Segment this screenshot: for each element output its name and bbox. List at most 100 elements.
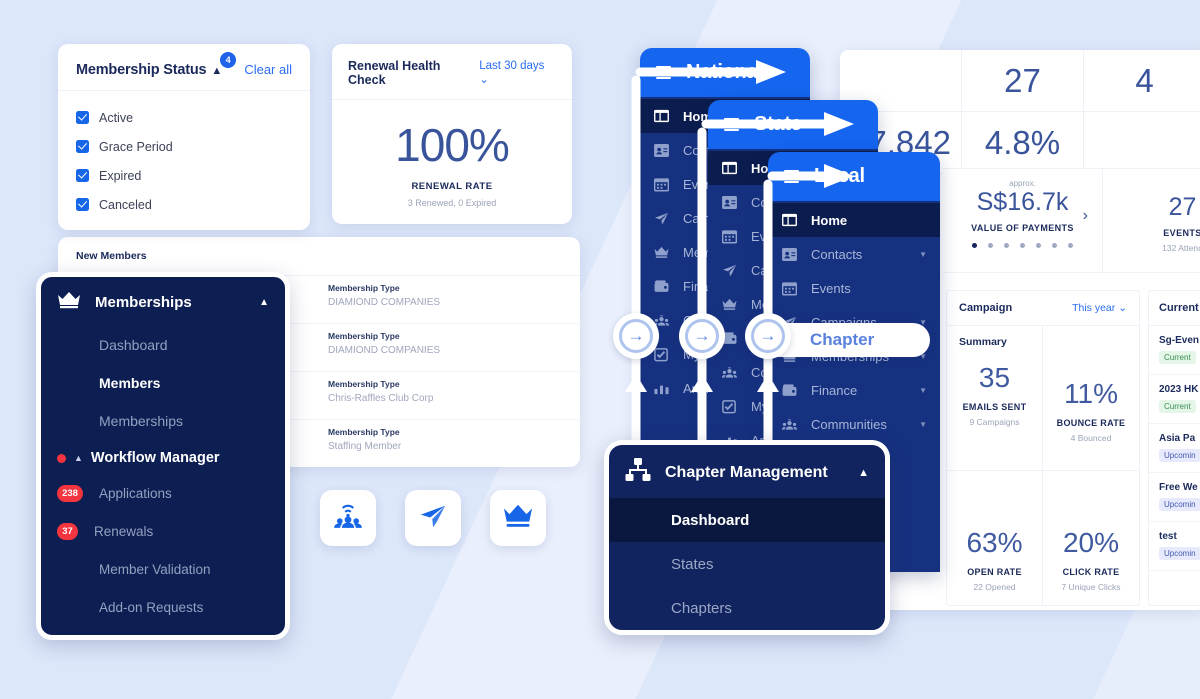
campaign-range-selector[interactable]: This year ⌄: [1072, 302, 1127, 314]
chapter-management-header[interactable]: Chapter Management ▲: [609, 445, 885, 498]
metric-note: 9 Campaigns: [969, 417, 1020, 427]
sidebar-item-events[interactable]: Events: [768, 271, 940, 305]
sidebar-item-finance[interactable]: Finance ▼: [768, 373, 940, 407]
arrow-right-circle-icon-3[interactable]: →: [745, 313, 791, 359]
sidebar-item-communities[interactable]: Communities ▼: [768, 407, 940, 441]
renewal-range-selector[interactable]: Last 30 days ⌄: [479, 60, 556, 86]
chevron-up-icon[interactable]: ▲: [858, 467, 869, 479]
calendar-icon: [653, 176, 670, 193]
list-item[interactable]: test Upcomin: [1149, 522, 1200, 571]
metric-caption: OPEN RATE: [967, 567, 1022, 577]
list-item[interactable]: Sg-Even Current: [1149, 326, 1200, 375]
membership-status-filter-list: Active Grace Period Expired Canceled: [58, 91, 310, 231]
filter-row[interactable]: Grace Period: [76, 132, 292, 161]
menu-item-label: Member Validation: [99, 561, 211, 577]
carousel-dot[interactable]: [1020, 242, 1025, 248]
menu-item-members[interactable]: Members: [41, 364, 285, 402]
filter-row[interactable]: Expired: [76, 161, 292, 190]
hamburger-icon[interactable]: [724, 118, 739, 131]
menu-item-applications[interactable]: 238 Applications: [41, 474, 285, 512]
carousel-dot[interactable]: [1036, 242, 1041, 248]
contacts-icon: [781, 246, 798, 263]
arrow-right-circle-icon: →: [751, 319, 785, 353]
payments-value: S$16.7k: [976, 188, 1069, 216]
memberships-button[interactable]: [490, 490, 546, 546]
menu-item-member-validation[interactable]: Member Validation: [41, 550, 285, 588]
metric-value: 35: [978, 362, 1011, 393]
metric-note: 7 Unique Clicks: [1061, 582, 1121, 592]
summary-label: Summary: [959, 336, 1007, 348]
renewal-rate-note: 3 Renewed, 0 Expired: [407, 198, 497, 208]
carousel-dot[interactable]: [1068, 242, 1073, 248]
checkbox-canceled[interactable]: [76, 198, 89, 211]
value-of-payments-card[interactable]: approx. S$16.7k VALUE OF PAYMENTS ›: [943, 169, 1103, 272]
checkbox-active[interactable]: [76, 111, 89, 124]
metric-value: 20%: [1062, 527, 1120, 558]
arrow-right-circle-icon-1[interactable]: →: [613, 313, 659, 359]
carousel-dot[interactable]: [1004, 242, 1009, 248]
membership-type-label: Membership Type: [328, 283, 400, 293]
campaign-panel: Campaign This year ⌄ Summary 35 EMAILS S…: [946, 290, 1140, 606]
campaign-metrics-grid: Summary 35 EMAILS SENT 9 Campaigns 11% B…: [947, 326, 1139, 605]
menu-item-renewals[interactable]: 37 Renewals: [41, 512, 285, 550]
chevron-up-icon[interactable]: ▲: [259, 297, 269, 308]
events-list-header: Current: [1149, 291, 1200, 326]
menu-item-add-on-requests[interactable]: Add-on Requests: [41, 588, 285, 626]
chevron-down-icon[interactable]: ▼: [919, 250, 927, 259]
status-dot-icon: [57, 453, 66, 463]
chevron-down-icon[interactable]: ▼: [919, 386, 927, 395]
sidebar-item-contacts[interactable]: Contacts ▼: [768, 237, 940, 271]
menu-item-dashboard[interactable]: Dashboard: [41, 326, 285, 364]
sidebar-item-label: Contacts: [811, 246, 863, 262]
dashboard-stats-row-1: 27 4: [840, 50, 1200, 112]
calendar-icon: [721, 228, 738, 245]
menu-item-chapters[interactable]: Chapters: [609, 586, 885, 630]
community-broadcast-button[interactable]: [320, 490, 376, 546]
carousel-dot[interactable]: [988, 242, 993, 248]
chevron-up-icon[interactable]: ▲: [74, 453, 83, 463]
menu-item-memberships[interactable]: Memberships: [41, 402, 285, 440]
sidebar-item-label: Communities: [811, 416, 887, 432]
chevron-up-icon[interactable]: ▲: [211, 65, 222, 77]
page-title[interactable]: Membership Status ▲ 4: [76, 52, 237, 78]
arrow-right-circle-icon-2[interactable]: →: [679, 313, 725, 359]
status-badge: 4: [220, 52, 237, 68]
clear-all-button[interactable]: Clear all: [244, 62, 292, 77]
events-stat-value: 27: [1168, 193, 1197, 221]
renewal-health-check-card: Renewal Health Check Last 30 days ⌄ 100%…: [332, 44, 572, 224]
arrow-right-circle-icon: →: [619, 319, 653, 353]
sidebar-item-home[interactable]: Home: [768, 203, 940, 237]
hamburger-icon[interactable]: [656, 66, 671, 79]
event-name: 2023 HK: [1159, 384, 1199, 395]
checkbox-expired[interactable]: [76, 169, 89, 182]
events-stat-card[interactable]: 27 EVENTS 132 Attend: [1103, 169, 1200, 272]
menu-item-states[interactable]: States: [609, 542, 885, 586]
metric-value: 11%: [1064, 378, 1118, 409]
workflow-manager-header[interactable]: ▲ Workflow Manager: [41, 440, 285, 474]
chevron-right-icon[interactable]: ›: [1083, 207, 1088, 225]
chevron-down-icon[interactable]: ▼: [919, 420, 927, 429]
list-item[interactable]: Asia Pa Upcomin: [1149, 424, 1200, 473]
campaigns-button[interactable]: [405, 490, 461, 546]
crown-icon: [721, 296, 738, 313]
menu-item-label: Dashboard: [671, 511, 750, 529]
sidebar-item-label: Events: [811, 280, 851, 296]
chapter-management-title: Chapter Management: [665, 463, 828, 481]
filter-row[interactable]: Canceled: [76, 190, 292, 219]
membership-status-card: Membership Status ▲ 4 Clear all Active Gr…: [58, 44, 310, 230]
carousel-dots[interactable]: [943, 242, 1102, 248]
status-badge: Upcomin: [1159, 498, 1200, 511]
memberships-menu-header[interactable]: Memberships ▲: [41, 277, 285, 326]
menu-item-label: Add-on Requests: [99, 599, 204, 615]
hamburger-icon[interactable]: [784, 170, 799, 183]
membership-status-title: Membership Status: [76, 62, 207, 78]
filter-row[interactable]: Active: [76, 103, 292, 132]
checkbox-grace-period[interactable]: [76, 140, 89, 153]
menu-item-dashboard[interactable]: Dashboard: [609, 498, 885, 542]
list-item[interactable]: Free We Upcomin: [1149, 473, 1200, 522]
list-item[interactable]: 2023 HK Current: [1149, 375, 1200, 424]
carousel-dot[interactable]: [1052, 242, 1057, 248]
carousel-dot[interactable]: [972, 242, 977, 248]
stat-cell: [1084, 112, 1200, 173]
wallet-icon: [781, 382, 798, 399]
